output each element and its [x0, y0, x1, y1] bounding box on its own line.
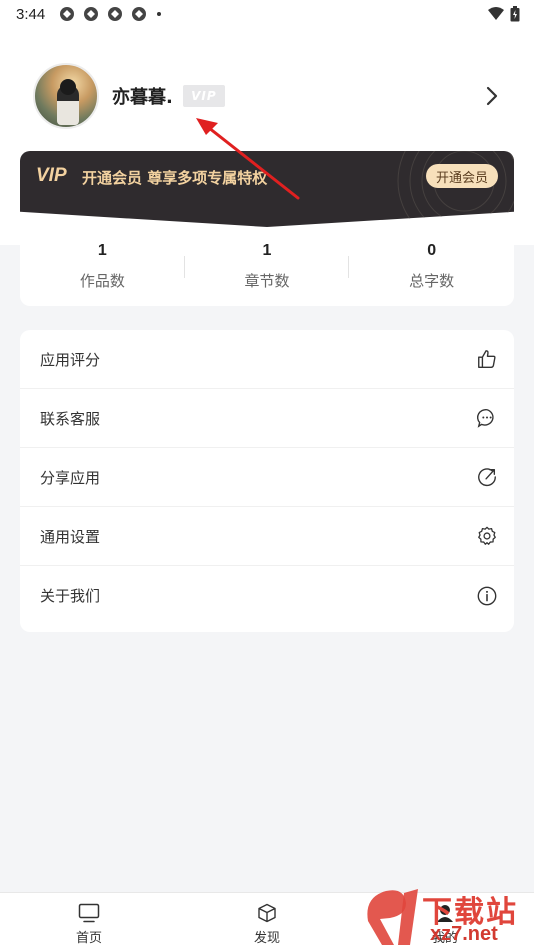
- more-notifications-dot: [157, 12, 162, 16]
- stat-works[interactable]: 1 作品数: [20, 228, 185, 306]
- menu-label: 通用设置: [40, 527, 101, 546]
- share-icon: [478, 468, 496, 487]
- menu-label: 应用评分: [40, 350, 101, 369]
- stat-chapters[interactable]: 1 章节数: [185, 228, 350, 306]
- vip-badge: VIP: [182, 85, 225, 107]
- menu-item-about-us[interactable]: 关于我们: [20, 566, 514, 625]
- stat-value: 1: [97, 242, 107, 259]
- stats-card: 1 作品数 1 章节数 0 总字数: [20, 228, 514, 306]
- annotation-arrow: [196, 118, 300, 200]
- app-notification-icon: [108, 7, 123, 21]
- wifi-icon: [488, 7, 504, 20]
- battery-icon: [510, 6, 520, 22]
- status-time: 3:44: [16, 5, 46, 23]
- app-notification-icon: [84, 7, 99, 21]
- menu-item-share-app[interactable]: 分享应用: [20, 448, 514, 507]
- status-bar: 3:44: [0, 0, 534, 28]
- stat-label: 章节数: [244, 272, 290, 290]
- vip-logo: VIP: [36, 165, 67, 186]
- nav-item-discover[interactable]: 发现: [178, 893, 356, 950]
- nav-item-home[interactable]: 首页: [0, 893, 178, 950]
- stat-label: 总字数: [409, 272, 455, 290]
- watermark-logo: [367, 889, 418, 945]
- menu-item-contact-support[interactable]: 联系客服: [20, 389, 514, 448]
- stat-label: 作品数: [79, 272, 125, 290]
- stat-word-count[interactable]: 0 总字数: [349, 228, 514, 306]
- info-icon: [477, 586, 497, 605]
- watermark-url: xz7.net: [430, 923, 498, 945]
- menu-card: 应用评分 联系客服 分享应用 通用设置 关于我们: [20, 330, 514, 632]
- menu-label: 分享应用: [40, 468, 101, 487]
- cube-icon: [258, 903, 276, 923]
- monitor-icon: [78, 903, 100, 923]
- menu-label: 关于我们: [40, 587, 101, 605]
- chevron-right-icon[interactable]: [485, 86, 499, 106]
- stat-value: 0: [427, 242, 437, 259]
- app-notification-icon: [132, 7, 147, 21]
- thumbs-up-icon: [478, 350, 496, 368]
- stat-value: 1: [262, 242, 272, 259]
- menu-label: 联系客服: [40, 409, 101, 428]
- profile-name: 亦暮暮.: [112, 87, 173, 108]
- app-notification-icon: [60, 7, 75, 21]
- nav-label: 发现: [253, 931, 280, 946]
- menu-item-rate-app[interactable]: 应用评分: [20, 330, 514, 389]
- nav-label: 首页: [75, 931, 102, 946]
- chat-bubble-icon: [476, 409, 494, 428]
- menu-item-settings[interactable]: 通用设置: [20, 507, 514, 566]
- avatar-head: [60, 79, 76, 95]
- gear-icon: [478, 526, 496, 545]
- avatar[interactable]: [33, 63, 99, 129]
- watermark: 下载站 xz7.net: [360, 885, 534, 950]
- open-membership-button[interactable]: 开通会员: [425, 164, 498, 188]
